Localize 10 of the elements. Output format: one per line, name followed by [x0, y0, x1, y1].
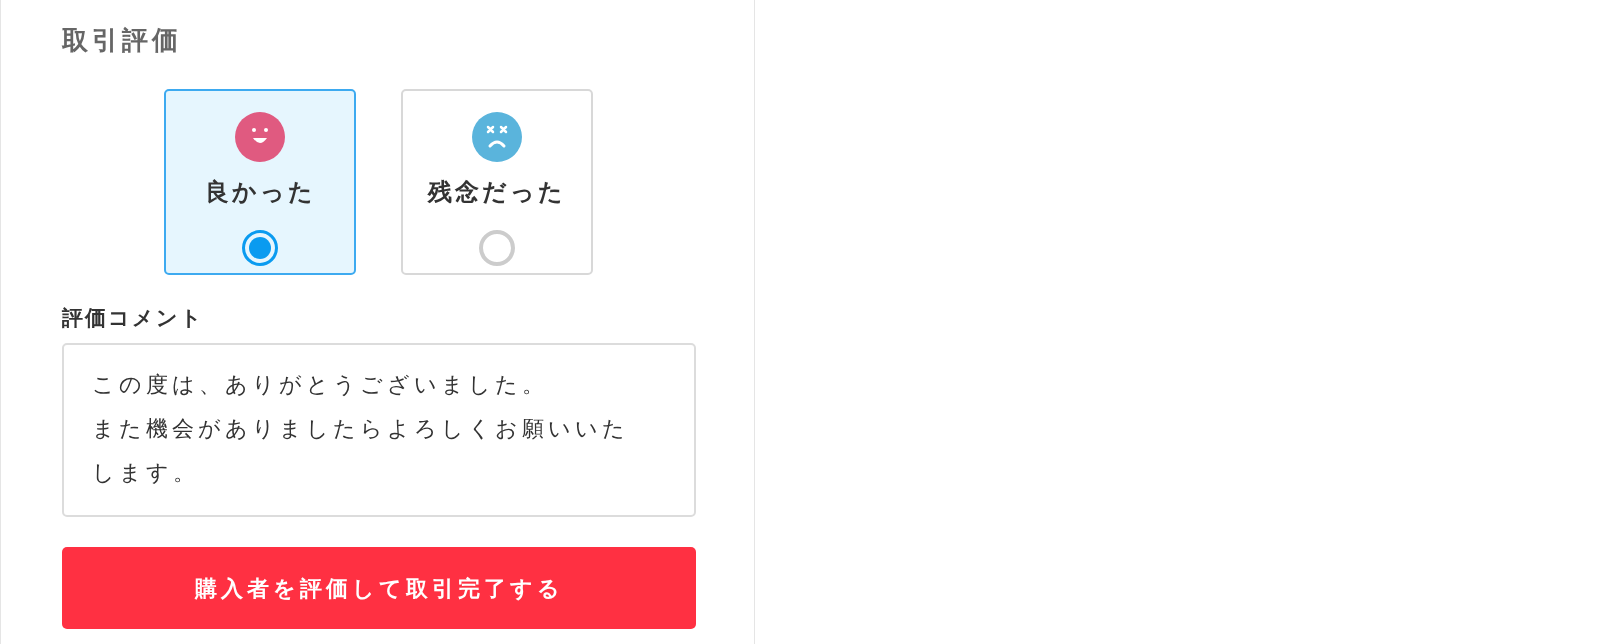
rating-option[interactable]: 残念だった [401, 89, 593, 275]
comment-text: また機会がありましたらよろしくお願いいたします。 [92, 415, 630, 487]
comment-text: この度は、ありがとうございました。 [92, 371, 549, 399]
sad-face-icon [472, 112, 522, 162]
rating-option[interactable]: 良かった [164, 89, 356, 275]
section-heading: 取引評価 [62, 24, 183, 57]
smiling-face-icon [235, 112, 285, 162]
field-label: 評価コメント [62, 305, 205, 332]
comment-field[interactable]: この度は、ありがとうございました。 また機会がありましたらよろしくお願いいたします。 [62, 343, 696, 517]
complete-transaction-button[interactable]: 購入者を評価して取引完了する [62, 547, 696, 629]
